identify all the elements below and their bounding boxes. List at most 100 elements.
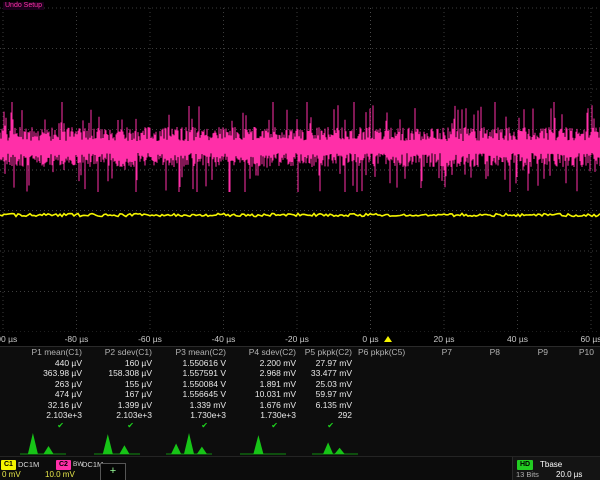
adc-bits-label: 13 Bits: [516, 470, 539, 480]
measurement-cell: [358, 389, 410, 400]
measurement-cell: 2.103e+3: [88, 410, 158, 421]
measurement-header[interactable]: P2 sdev(C1): [88, 347, 158, 358]
measurement-row: 2.103e+32.103e+31.730e+31.730e+3292: [0, 410, 600, 421]
measurement-cell: 292: [302, 410, 358, 421]
measurement-cell: [358, 400, 410, 411]
measurement-cell: 1.891 mV: [232, 379, 302, 390]
measurement-cell: [506, 379, 554, 390]
histicon-row: [0, 430, 600, 456]
measurement-cell: [554, 358, 600, 369]
time-tick-label: -20 µs: [285, 334, 309, 344]
measurement-cell: 1.730e+3: [232, 410, 302, 421]
measurement-cell: [458, 379, 506, 390]
histicon-p4[interactable]: [240, 430, 286, 456]
measurement-header-row: P1 mean(C1)P2 sdev(C1)P3 mean(C2)P4 sdev…: [0, 347, 600, 358]
measurement-cell: 2.200 mV: [232, 358, 302, 369]
measurement-cell: 2.103e+3: [0, 410, 88, 421]
measurement-header[interactable]: P8: [458, 347, 506, 358]
measurement-cell: [358, 368, 410, 379]
measurement-cell: 1.730e+3: [158, 410, 232, 421]
measurement-cell: [410, 400, 458, 411]
measurement-cell: 1.557591 V: [158, 368, 232, 379]
measurement-header[interactable]: P10: [554, 347, 600, 358]
measurement-cell: 363.98 µV: [0, 368, 88, 379]
histicon-p3[interactable]: [166, 430, 212, 456]
histicon-p2[interactable]: [94, 430, 140, 456]
channel-c2-chip[interactable]: C2: [56, 460, 71, 470]
measurement-cell: [458, 400, 506, 411]
measurement-header[interactable]: P3 mean(C2): [158, 347, 232, 358]
measurement-cell: 2.968 mV: [232, 368, 302, 379]
waveform-display[interactable]: [0, 0, 600, 332]
measurement-cell: 160 µV: [88, 358, 158, 369]
measurement-header[interactable]: P4 sdev(C2): [232, 347, 302, 358]
measurement-cell: [554, 389, 600, 400]
time-tick-label: 40 µs: [507, 334, 528, 344]
measurement-cell: [506, 400, 554, 411]
measurement-cell: [554, 400, 600, 411]
measurement-cell: 1.676 mV: [232, 400, 302, 411]
measurement-row: 363.98 µV158.308 µV1.557591 V2.968 mV33.…: [0, 368, 600, 379]
undo-setup-label[interactable]: Undo Setup: [3, 2, 44, 10]
measurement-cell: [554, 379, 600, 390]
c1-volts-per-div: 10.0 mV: [45, 470, 75, 480]
measurement-cell: [410, 368, 458, 379]
add-trace-button[interactable]: +: [100, 463, 126, 480]
time-tick-label: -80 µs: [65, 334, 89, 344]
measurement-cell: 59.97 mV: [302, 389, 358, 400]
measurement-cell: [506, 368, 554, 379]
measurement-header[interactable]: P7: [410, 347, 458, 358]
measurement-cell: [506, 358, 554, 369]
measurement-cell: 33.477 mV: [302, 368, 358, 379]
measurement-cell: 1.550616 V: [158, 358, 232, 369]
channel-c1-chip[interactable]: C1: [1, 460, 16, 470]
time-tick-label: -100 µs: [0, 334, 17, 344]
time-tick-label: 60 µs: [581, 334, 600, 344]
measurement-cell: 1.339 mV: [158, 400, 232, 411]
trigger-time-marker[interactable]: [384, 336, 392, 342]
measurement-row: 263 µV155 µV1.550084 V1.891 mV25.03 mV: [0, 379, 600, 390]
measurement-cell: 1.399 µV: [88, 400, 158, 411]
measurement-header[interactable]: P9: [506, 347, 554, 358]
measurement-cell: [458, 389, 506, 400]
measurement-cell: [554, 410, 600, 421]
measurement-row: 474 µV167 µV1.556645 V10.031 mV59.97 mV: [0, 389, 600, 400]
measurement-cell: 1.550084 V: [158, 379, 232, 390]
tbase-label[interactable]: Tbase: [540, 460, 562, 470]
c1-coupling-label: DC1M: [18, 460, 39, 470]
measurement-cell: 155 µV: [88, 379, 158, 390]
measurement-cell: [458, 368, 506, 379]
measurement-header[interactable]: P6 pkpk(C5): [358, 347, 410, 358]
measurement-cell: [410, 389, 458, 400]
time-tick-label: -40 µs: [212, 334, 236, 344]
measurement-header[interactable]: P5 pkpk(C2): [302, 347, 358, 358]
time-axis: -100 µs -80 µs -60 µs -40 µs -20 µs 0 µs 20 µs…: [0, 332, 600, 346]
measurement-cell: [458, 410, 506, 421]
measurement-cell: [506, 389, 554, 400]
time-tick-label: 20 µs: [434, 334, 455, 344]
histicon-p5[interactable]: [312, 430, 358, 456]
time-per-div: 20.0 µs: [556, 470, 582, 480]
hd-mode-badge: HD: [517, 460, 533, 470]
measurement-cell: 6.135 mV: [302, 400, 358, 411]
measurement-cell: 440 µV: [0, 358, 88, 369]
measurement-table[interactable]: P1 mean(C1)P2 sdev(C1)P3 mean(C2)P4 sdev…: [0, 346, 600, 431]
measurement-cell: 10.031 mV: [232, 389, 302, 400]
measurement-header[interactable]: P1 mean(C1): [0, 347, 88, 358]
time-tick-label: -60 µs: [138, 334, 162, 344]
measurement-cell: [410, 379, 458, 390]
c1-offset-value: 0 mV: [2, 470, 21, 480]
measurement-cell: 474 µV: [0, 389, 88, 400]
measurement-cell: [358, 379, 410, 390]
measurement-cell: [358, 410, 410, 421]
time-tick-label: 0 µs: [362, 334, 378, 344]
measurement-cell: [458, 358, 506, 369]
histicon-p1[interactable]: [20, 430, 66, 456]
oscilloscope-screen: Undo Setup -100 µs -80 µs -60 µs -40 µs -20 …: [0, 0, 600, 480]
measurement-cell: [554, 368, 600, 379]
measurement-cell: 158.308 µV: [88, 368, 158, 379]
measurement-cell: 32.16 µV: [0, 400, 88, 411]
measurement-row: 440 µV160 µV1.550616 V2.200 mV27.97 mV: [0, 358, 600, 369]
measurement-cell: [358, 358, 410, 369]
measurement-cell: 167 µV: [88, 389, 158, 400]
